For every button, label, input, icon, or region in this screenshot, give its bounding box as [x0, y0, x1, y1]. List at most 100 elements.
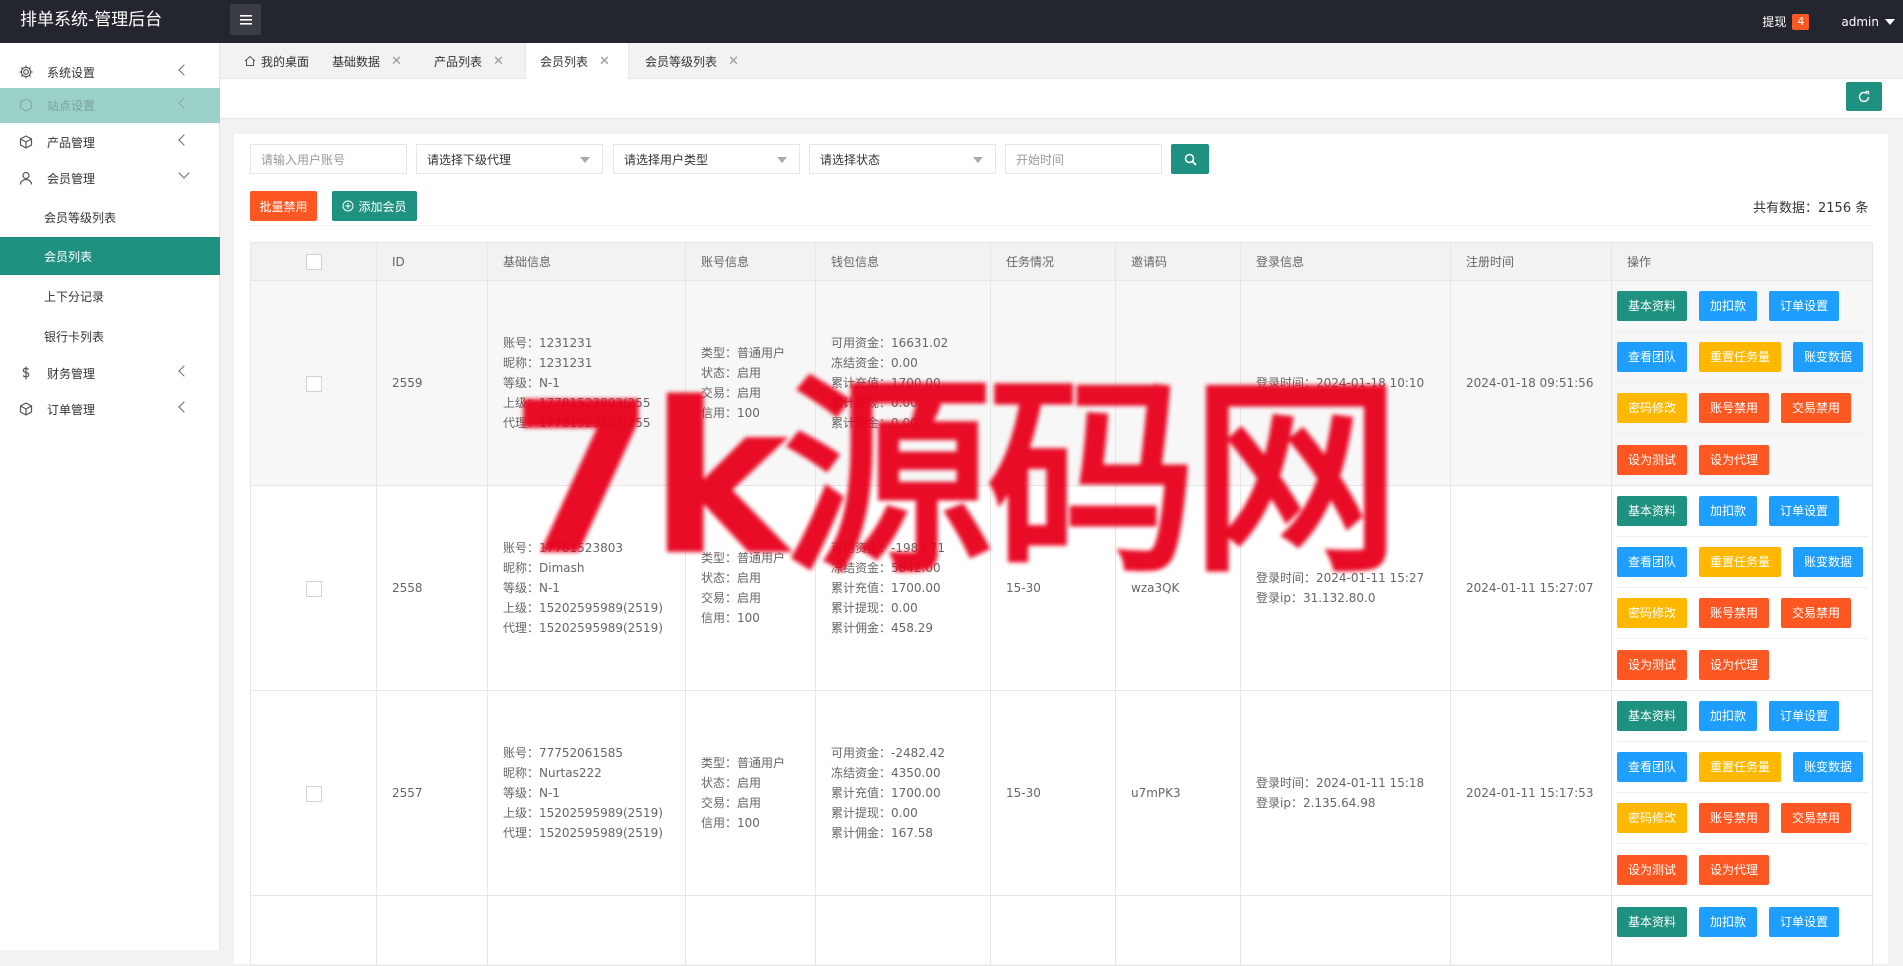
row-wallet-info: 可用资金：16631.02 冻结资金：0.00 累计充值：1700.00 累计提… — [815, 280, 991, 486]
start-time-input[interactable]: 开始时间 — [1005, 144, 1162, 174]
change-password-button[interactable]: 密码修改 — [1617, 598, 1688, 628]
basic-account: 账号：1231231 — [503, 336, 593, 350]
sidebar-subitem-balance-records[interactable]: 上下分记录 — [0, 277, 220, 315]
change-password-button[interactable]: 密码修改 — [1617, 393, 1688, 423]
row-id: 2557 — [376, 690, 488, 896]
row-id: 2559 — [376, 280, 488, 486]
disable-trade-button[interactable]: 交易禁用 — [1781, 803, 1852, 833]
row-checkbox[interactable] — [305, 375, 322, 392]
close-icon[interactable]: ✕ — [599, 54, 610, 69]
refresh-button[interactable] — [1846, 82, 1882, 111]
disable-account-button[interactable]: 账号禁用 — [1699, 803, 1770, 833]
sidebar-item-orders[interactable]: 订单管理 — [0, 392, 220, 426]
sidebar-subitem-bank-cards[interactable]: 银行卡列表 — [0, 317, 220, 355]
basic-nickname: 昵称：1231231 — [503, 356, 593, 370]
order-settings-button[interactable]: 订单设置 — [1769, 701, 1840, 731]
balance-changes-button[interactable]: 账变数据 — [1793, 342, 1864, 372]
set-agent-button[interactable]: 设为代理 — [1699, 444, 1770, 475]
user-type-select[interactable]: 请选择用户类型 — [613, 144, 800, 174]
set-test-button[interactable]: 设为测试 — [1617, 854, 1688, 885]
row-select-cell — [250, 690, 377, 896]
tab-product-list[interactable]: 产品列表 ✕ — [424, 43, 514, 79]
sidebar-subitem-member-list[interactable]: 会员列表 — [0, 237, 220, 275]
adjust-balance-button[interactable]: 加扣款 — [1699, 701, 1758, 731]
set-test-button[interactable]: 设为测试 — [1617, 444, 1688, 475]
basic-info-button[interactable]: 基本资料 — [1617, 496, 1688, 526]
page-toolbar — [220, 79, 1903, 119]
disable-account-button[interactable]: 账号禁用 — [1699, 393, 1770, 423]
menu-toggle-button[interactable] — [230, 4, 261, 35]
globe-icon — [19, 98, 33, 112]
balance-changes-button[interactable]: 账变数据 — [1793, 547, 1864, 577]
withdraw-notice[interactable]: 提现 4 — [1762, 13, 1810, 30]
app-title: 排单系统-管理后台 — [20, 10, 163, 30]
top-header: 排单系统-管理后台 提现 4 admin — [0, 0, 1903, 43]
agent-select[interactable]: 请选择下级代理 — [416, 144, 603, 174]
withdraw-label: 提现 — [1762, 15, 1787, 29]
add-member-button[interactable]: 添加会员 — [332, 191, 417, 221]
reset-tasks-button[interactable]: 重置任务量 — [1699, 342, 1782, 372]
row-basic-info: 账号：17781523803 昵称：Dimash 等级：N-1 上级：15202… — [487, 485, 686, 691]
close-icon[interactable]: ✕ — [493, 54, 504, 69]
set-test-button[interactable]: 设为测试 — [1617, 649, 1688, 680]
view-team-button[interactable]: 查看团队 — [1617, 342, 1688, 372]
view-team-button[interactable]: 查看团队 — [1617, 752, 1688, 782]
order-settings-button[interactable]: 订单设置 — [1769, 291, 1840, 321]
tab-member-list[interactable]: 会员列表 ✕ — [525, 43, 629, 79]
search-button[interactable] — [1171, 144, 1209, 174]
order-settings-button[interactable]: 订单设置 — [1769, 496, 1840, 526]
batch-ban-button[interactable]: 批量禁用 — [250, 191, 317, 221]
close-icon[interactable]: ✕ — [728, 54, 739, 69]
sidebar-subitem-member-levels[interactable]: 会员等级列表 — [0, 198, 220, 236]
basic-info-button[interactable]: 基本资料 — [1617, 701, 1688, 731]
chevron-left-icon — [178, 134, 190, 146]
basic-level: 等级：N-1 — [503, 376, 560, 390]
table-row: 2558 账号：17781523803 昵称：Dimash 等级：N-1 上级：… — [250, 485, 1873, 691]
sidebar-item-finance[interactable]: 财务管理 — [0, 356, 220, 390]
disable-trade-button[interactable]: 交易禁用 — [1781, 598, 1852, 628]
set-agent-button[interactable]: 设为代理 — [1699, 854, 1770, 885]
reset-tasks-button[interactable]: 重置任务量 — [1699, 752, 1782, 782]
basic-agent: 代理：15202595989(2519) — [503, 621, 663, 635]
select-all-checkbox[interactable] — [305, 253, 322, 270]
account-trade: 交易：启用 — [701, 796, 762, 810]
adjust-balance-button[interactable]: 加扣款 — [1699, 496, 1758, 526]
tab-my-desktop[interactable]: 我的桌面 — [234, 43, 319, 79]
basic-info-button[interactable]: 基本资料 — [1617, 906, 1688, 937]
tab-member-levels[interactable]: 会员等级列表 ✕ — [635, 43, 749, 79]
view-team-button[interactable]: 查看团队 — [1617, 547, 1688, 577]
sidebar-subitem-label: 会员列表 — [44, 249, 93, 264]
reset-tasks-button[interactable]: 重置任务量 — [1699, 547, 1782, 577]
account-search-input[interactable]: 请输入用户账号 — [250, 144, 407, 174]
tab-basic-data[interactable]: 基础数据 ✕ — [322, 43, 412, 79]
total-count: 共有数据：2156 条 — [1753, 201, 1869, 216]
basic-agent: 代理：15202595989(2519) — [503, 826, 663, 840]
row-checkbox[interactable] — [305, 785, 322, 802]
user-menu[interactable]: admin — [1841, 15, 1895, 29]
row-account-info — [685, 895, 816, 966]
account-status: 状态：启用 — [701, 776, 762, 790]
sidebar-item-system-settings[interactable]: 系统设置 — [0, 55, 220, 89]
balance-changes-button[interactable]: 账变数据 — [1793, 752, 1864, 782]
status-select[interactable]: 请选择状态 — [809, 144, 996, 174]
row-operations: 基本资料 加扣款 订单设置 查看团队 重置任务量 账变数据 密码修改 账号禁用 交易禁用 设… — [1611, 485, 1873, 691]
set-agent-button[interactable]: 设为代理 — [1699, 649, 1770, 680]
change-password-button[interactable]: 密码修改 — [1617, 803, 1688, 833]
disable-account-button[interactable]: 账号禁用 — [1699, 598, 1770, 628]
sidebar-item-site-settings[interactable]: 站点设置 — [0, 88, 220, 123]
cube-icon — [19, 135, 33, 149]
basic-account: 账号：17781523803 — [503, 541, 623, 555]
close-icon[interactable]: ✕ — [391, 54, 402, 69]
login-ip: 登录ip：2.135.64.98 — [1256, 796, 1376, 810]
chevron-left-icon — [178, 401, 190, 413]
sidebar-item-products[interactable]: 产品管理 — [0, 125, 220, 159]
sidebar-item-members[interactable]: 会员管理 — [0, 161, 220, 195]
adjust-balance-button[interactable]: 加扣款 — [1699, 906, 1758, 937]
adjust-balance-button[interactable]: 加扣款 — [1699, 291, 1758, 321]
wallet-frozen: 冻结资金：0.00 — [831, 356, 918, 370]
disable-trade-button[interactable]: 交易禁用 — [1781, 393, 1852, 423]
row-operations: 基本资料 加扣款 订单设置 — [1611, 895, 1873, 966]
basic-info-button[interactable]: 基本资料 — [1617, 291, 1688, 321]
row-checkbox[interactable] — [305, 580, 322, 597]
order-settings-button[interactable]: 订单设置 — [1769, 906, 1840, 937]
